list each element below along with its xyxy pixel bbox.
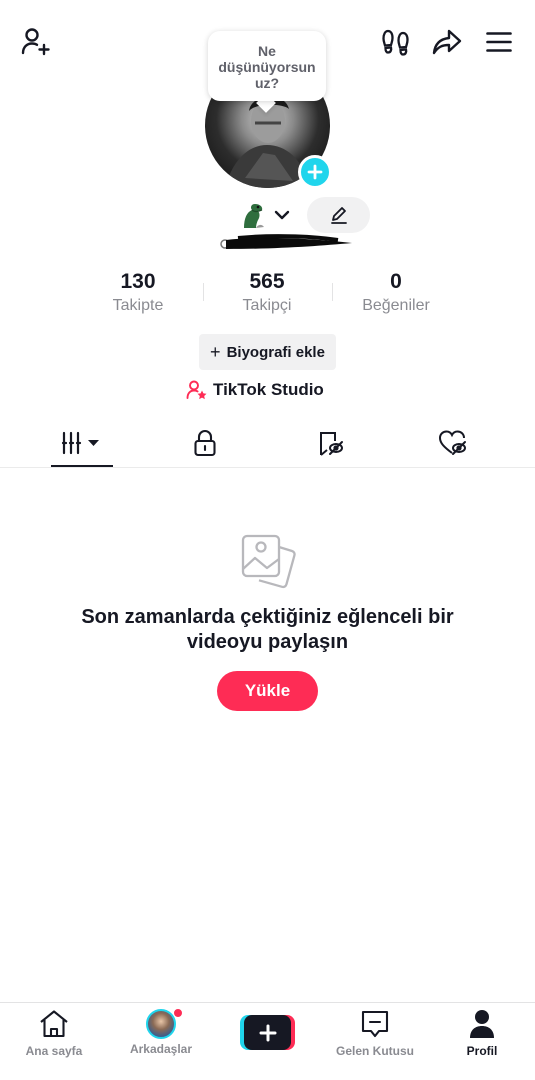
menu-button[interactable]: [479, 22, 519, 62]
tabs-divider: [0, 467, 535, 468]
footprint-icon: [382, 29, 409, 56]
followers-stat[interactable]: 565 Takipçi: [207, 270, 327, 317]
person-filled-icon: [470, 1010, 494, 1038]
add-friend-button[interactable]: [16, 22, 56, 62]
share-arrow-icon: [432, 29, 462, 55]
likes-label: Beğeniler: [362, 297, 430, 314]
footprint-button[interactable]: [376, 22, 416, 62]
following-count: 130: [120, 270, 156, 293]
tiktok-studio-label: TikTok Studio: [213, 380, 324, 399]
plus-icon: [259, 1024, 276, 1041]
create-button-body: [244, 1015, 291, 1050]
person-plus-icon: [21, 28, 50, 56]
nav-friends-label: Arkadaşlar: [129, 1042, 193, 1056]
nav-friends[interactable]: Arkadaşlar: [111, 1008, 211, 1073]
friends-avatar: [146, 1009, 176, 1039]
followers-count: 565: [249, 270, 285, 293]
repost-hidden-icon: [320, 432, 343, 456]
empty-state-title: Son zamanlarda çektiğiniz eğlenceli bir …: [81, 606, 454, 653]
add-avatar-button[interactable]: [298, 155, 332, 189]
heart-hidden-icon: [438, 430, 466, 455]
likes-stat[interactable]: 0 Beğeniler: [336, 270, 456, 317]
pencil-icon: [330, 207, 347, 224]
add-bio-button[interactable]: + Biyografi ekle: [199, 334, 336, 370]
tiktok-studio-link[interactable]: TikTok Studio: [186, 378, 324, 402]
nav-inbox[interactable]: Gelen Kutusu: [325, 1009, 425, 1073]
nav-home[interactable]: Ana sayfa: [4, 1009, 104, 1073]
stat-divider: [332, 283, 333, 301]
following-label: Takipte: [112, 297, 164, 314]
create-button[interactable]: [240, 1015, 295, 1050]
nav-profile-label: Profil: [466, 1044, 498, 1058]
dinosaur-avatar-icon: [244, 204, 264, 228]
tab-reposts[interactable]: [264, 420, 398, 466]
creator-star-icon: [186, 380, 207, 400]
stat-divider: [203, 283, 204, 301]
upload-button[interactable]: Yükle: [217, 671, 318, 711]
home-icon: [40, 1010, 68, 1038]
edit-profile-button[interactable]: [307, 197, 370, 233]
lock-icon: [194, 429, 216, 457]
grid-bars-icon: [61, 431, 99, 455]
notification-dot: [173, 1008, 183, 1018]
redacted-username: [220, 234, 352, 249]
photos-icon: [241, 534, 296, 589]
bio-plus-icon: +: [210, 341, 221, 362]
followers-label: Takipçi: [242, 297, 292, 314]
bottom-navigation: Ana sayfa Arkadaşlar Gelen Kutusu Profil: [0, 1002, 535, 1080]
likes-count: 0: [390, 270, 402, 293]
share-profile-button[interactable]: [427, 22, 467, 62]
inbox-icon: [361, 1010, 389, 1038]
plus-icon: [307, 164, 323, 180]
note-bubble[interactable]: Ne düşünüyorsun uz?: [208, 31, 326, 101]
tab-videos[interactable]: [14, 420, 148, 466]
following-stat[interactable]: 130 Takipte: [78, 270, 198, 317]
tab-private[interactable]: [138, 420, 272, 466]
tab-liked[interactable]: [386, 420, 520, 466]
chevron-down-icon: [274, 210, 290, 220]
nav-profile[interactable]: Profil: [432, 1009, 532, 1073]
hamburger-menu-icon: [486, 32, 512, 52]
nav-inbox-label: Gelen Kutusu: [335, 1044, 414, 1058]
note-bubble-text: Ne düşünüyorsun uz?: [218, 43, 316, 91]
username-switcher[interactable]: [238, 198, 290, 232]
nav-home-label: Ana sayfa: [25, 1044, 83, 1058]
add-bio-label: Biyografi ekle: [226, 343, 325, 361]
